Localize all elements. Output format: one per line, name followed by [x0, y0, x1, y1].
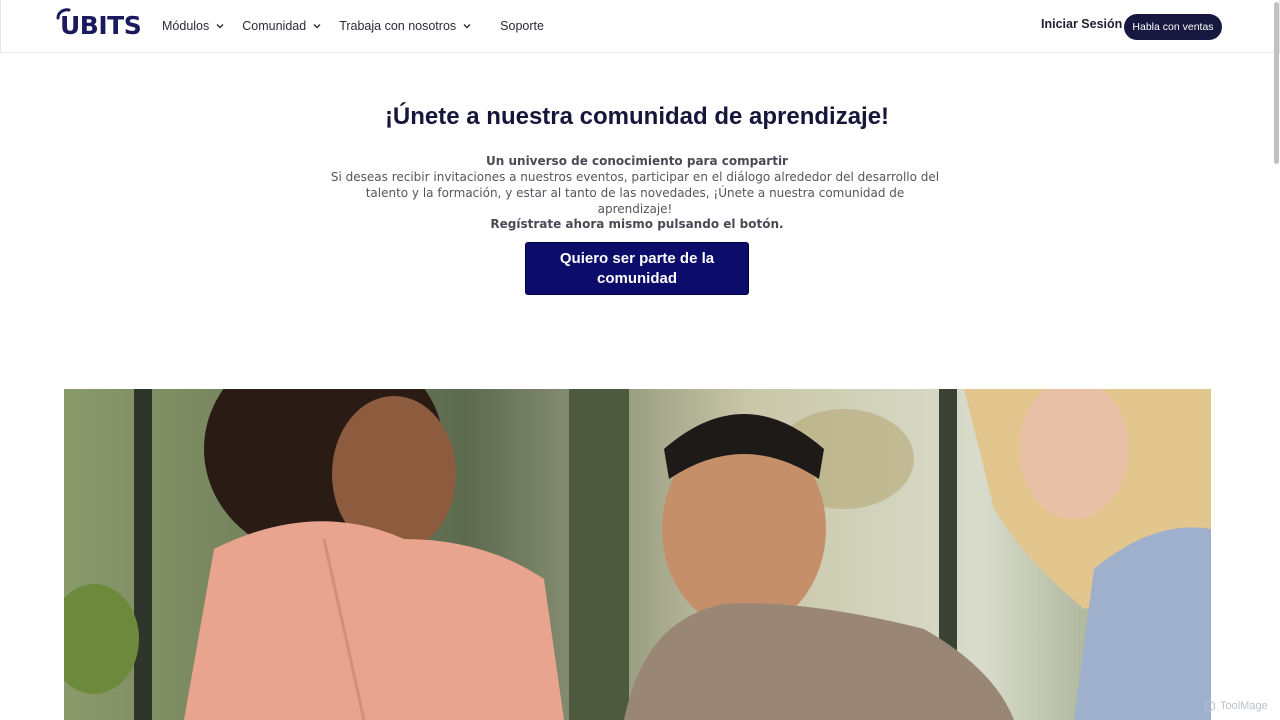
page-description: Si deseas recibir invitaciones a nuestro…	[330, 170, 940, 216]
join-community-button[interactable]: Quiero ser parte de la comunidad	[525, 242, 749, 295]
people-smiling-photo	[64, 389, 1211, 720]
chevron-down-icon	[313, 24, 321, 29]
top-navbar: UBITS Módulos Comunidad Trabaja con noso…	[0, 0, 1280, 53]
page-scrollbar[interactable]	[1273, 0, 1280, 720]
nav-item-label: Trabaja con nosotros	[339, 19, 457, 33]
sales-button[interactable]: Habla con ventas	[1124, 14, 1222, 40]
nav-item-label: Soporte	[500, 19, 544, 33]
nav-item-comunidad[interactable]: Comunidad	[242, 0, 322, 52]
nav-item-label: Comunidad	[242, 19, 307, 33]
nav-item-trabaja[interactable]: Trabaja con nosotros	[339, 0, 472, 52]
page-subtitle: Un universo de conocimiento para compart…	[486, 154, 788, 168]
watermark: ToolMage	[1204, 700, 1268, 712]
ubits-logo[interactable]: UBITS	[54, 8, 142, 40]
login-link[interactable]: Iniciar Sesión	[1041, 17, 1122, 31]
nav-item-soporte[interactable]: Soporte	[500, 0, 544, 52]
hero-photo	[64, 389, 1211, 720]
chevron-down-icon	[463, 24, 471, 29]
logo-text: UBITS	[60, 11, 142, 40]
nav-item-label: Módulos	[162, 19, 210, 33]
watermark-text: ToolMage	[1220, 700, 1268, 712]
main-nav: Módulos Comunidad Trabaja con nosotros S…	[162, 0, 561, 52]
page-title: ¡Únete a nuestra comunidad de aprendizaj…	[384, 103, 890, 130]
scrollbar-thumb[interactable]	[1274, 2, 1279, 164]
cta-instruction: Regístrate ahora mismo pulsando el botón…	[490, 217, 784, 231]
chevron-down-icon	[216, 24, 224, 29]
nav-item-modulos[interactable]: Módulos	[162, 0, 225, 52]
hexagon-icon	[1205, 700, 1215, 712]
